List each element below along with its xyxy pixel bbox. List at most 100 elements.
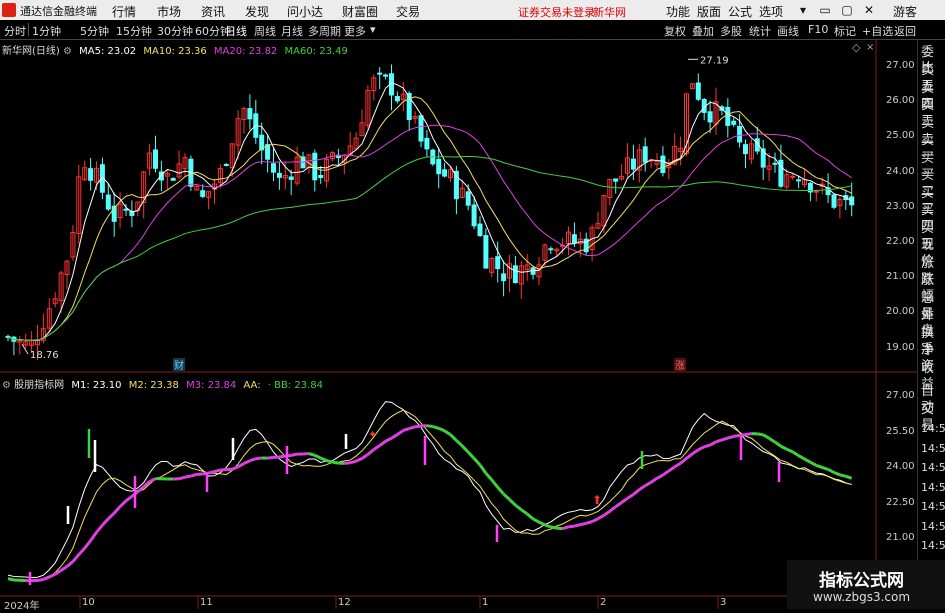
m3-segment	[669, 467, 675, 471]
m3-segment	[8, 579, 14, 580]
candle-body	[466, 192, 470, 205]
m3-segment	[510, 500, 516, 506]
m3-segment	[728, 436, 734, 438]
m3-segment	[498, 487, 504, 494]
m3-segment	[397, 430, 403, 434]
candle-body	[614, 179, 618, 181]
m3-segment	[85, 541, 91, 549]
trade-time[interactable]: 14:56	[921, 441, 945, 457]
up-arrow-icon: ⬆	[592, 493, 602, 507]
m3-segment	[279, 456, 285, 457]
m3-segment	[209, 472, 215, 474]
x-axis-label: 2	[600, 597, 606, 608]
m3-segment	[822, 467, 828, 469]
m3-segment	[616, 502, 622, 506]
m3-segment	[185, 476, 191, 477]
kline-chart-canvas[interactable]: ✦⬆ 27.1918.76财涨	[0, 0, 917, 609]
y-tick-label: 20.00	[886, 306, 915, 317]
m3-segment	[144, 482, 150, 487]
m3-segment	[569, 526, 575, 527]
m3-segment	[309, 454, 315, 456]
y-tick-label: 26.00	[886, 95, 915, 106]
y-tick-label: 24.00	[886, 166, 915, 177]
m3-segment	[639, 486, 645, 490]
candle-body	[643, 147, 647, 162]
candle-body	[549, 249, 553, 250]
m3-segment	[333, 462, 339, 463]
candle-body	[419, 116, 423, 141]
m3-segment	[527, 514, 533, 519]
candle-body	[478, 224, 482, 235]
m3-segment	[716, 440, 722, 442]
m3-segment	[350, 461, 356, 463]
m3-segment	[551, 527, 557, 528]
y-tick-label: 27.00	[886, 60, 915, 71]
candle-body	[378, 73, 382, 74]
candle-body	[289, 177, 293, 179]
m3-segment	[763, 435, 769, 438]
m3-segment	[374, 446, 380, 450]
trade-time[interactable]: 14:56	[921, 460, 945, 476]
m3-segment	[586, 522, 592, 524]
indicator-y-tick-label: 25.50	[886, 426, 915, 437]
m3-segment	[409, 427, 415, 429]
m3-segment	[38, 579, 44, 580]
m3-segment	[427, 426, 433, 427]
m3-segment	[49, 574, 55, 577]
m3-segment	[810, 462, 816, 465]
candle-body	[395, 97, 399, 101]
signal-ticks-group: ✦⬆	[30, 428, 779, 585]
candle-body	[708, 112, 712, 122]
m3-segment	[315, 455, 321, 458]
m3-segment	[415, 426, 421, 427]
m3-segment	[362, 454, 368, 458]
x-axis-label: 3	[720, 597, 726, 608]
m3-segment	[244, 461, 250, 464]
m3-segment	[657, 475, 663, 478]
m3-segment	[604, 511, 610, 515]
m3-segment	[43, 577, 49, 579]
candle-body	[791, 176, 795, 177]
m3-segment	[840, 475, 846, 477]
candle-body	[384, 75, 388, 76]
m3-segment	[91, 532, 97, 540]
m3-segment	[492, 480, 498, 487]
candle-body	[832, 195, 836, 207]
m3-segment	[681, 458, 687, 463]
x-axis-label: 2024年	[4, 597, 39, 612]
candle-body	[277, 173, 281, 177]
x-axis-label: 12	[338, 597, 351, 608]
m3-segment	[126, 496, 132, 500]
m3-segment	[781, 446, 787, 449]
m3-segment	[79, 548, 85, 554]
m3-segment	[327, 461, 333, 463]
candle-body	[106, 195, 110, 209]
m3-segment	[403, 429, 409, 431]
m3-segment	[392, 434, 398, 438]
candle-body	[472, 205, 476, 226]
trade-time[interactable]: 14:56	[921, 480, 945, 496]
indicator-y-tick-label: 21.00	[886, 532, 915, 543]
m3-segment	[775, 442, 781, 446]
candle-body	[319, 175, 323, 177]
m3-segment	[598, 515, 604, 518]
trade-time[interactable]: 14:56	[921, 538, 945, 554]
m3-segment	[698, 447, 704, 450]
m3-segment	[515, 505, 521, 509]
candle-body	[572, 235, 576, 243]
y-tick-label: 21.00	[886, 271, 915, 282]
m3-segment	[533, 519, 539, 522]
m3-segment	[645, 482, 651, 485]
m3-segment	[580, 523, 586, 524]
trade-time[interactable]: 14:56	[921, 499, 945, 515]
ma60-line	[8, 156, 852, 340]
candle-body	[154, 150, 158, 168]
m3-segment	[73, 555, 79, 562]
m3-segment	[592, 519, 598, 522]
trade-time[interactable]: 14:56	[921, 519, 945, 535]
m3-segment	[250, 459, 256, 461]
ma20-line	[8, 125, 852, 340]
trade-time[interactable]: 14:56	[921, 421, 945, 437]
indicator-y-tick-label: 22.50	[886, 497, 915, 508]
m3-segment	[456, 440, 462, 445]
